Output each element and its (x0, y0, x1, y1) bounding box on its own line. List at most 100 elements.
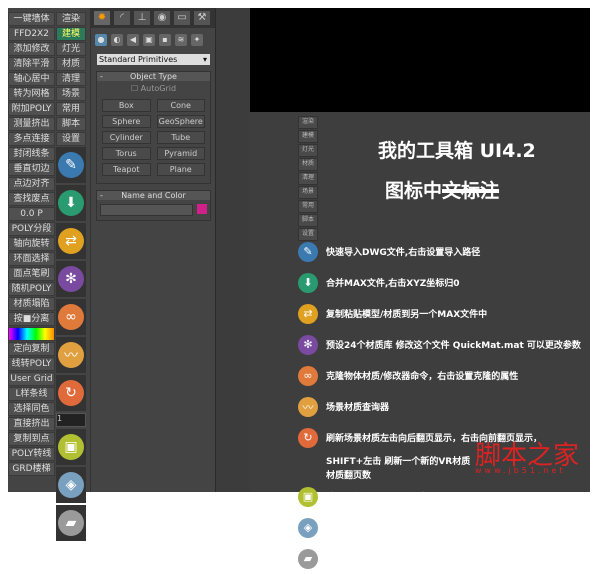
category-tab[interactable]: 材质 (56, 57, 86, 71)
tool-button[interactable]: 垂直切边 (8, 162, 55, 176)
lights-icon[interactable]: ◀ (127, 34, 139, 46)
category-tab[interactable]: 设置 (56, 132, 86, 146)
mini-tab: 材质 (298, 158, 318, 171)
icon-button[interactable]: ✎ (56, 147, 86, 183)
tool-button[interactable]: 一键墙体 (8, 12, 55, 26)
create-tab[interactable]: ✹ (94, 11, 110, 25)
link-icon: ∞ (58, 304, 84, 330)
primitive-torus-button[interactable]: Torus (102, 147, 151, 160)
tool-button[interactable]: POLY分段 (8, 222, 55, 236)
icon-button[interactable]: ▣ (56, 429, 86, 465)
utilities-tab[interactable]: ⚒ (194, 11, 210, 25)
tool-button[interactable]: 查找废点 (8, 192, 55, 206)
object-type-rollout: - Object Type ☐ AutoGrid Box Cone Sphere Geo… (96, 71, 211, 184)
description-row: ⬇ 合并MAX文件,右击XYZ坐标归0 (298, 267, 588, 298)
helpers-icon[interactable]: ▪ (159, 34, 171, 46)
primitive-plane-button[interactable]: Plane (156, 163, 205, 176)
icon-button[interactable]: ↻ (56, 375, 86, 411)
cameras-icon[interactable]: ▣ (143, 34, 155, 46)
primitive-sphere-button[interactable]: Sphere (102, 115, 151, 128)
tool-button[interactable]: 材质塌陷 (8, 297, 55, 311)
category-tab[interactable]: 渲染 (56, 12, 86, 26)
tool-button[interactable]: POLY转线 (8, 447, 55, 461)
tool-button[interactable]: 定向复制 (8, 342, 55, 356)
primitive-box-button[interactable]: Box (102, 99, 151, 112)
category-tab[interactable]: 灯光 (56, 42, 86, 56)
download-icon: ⬇ (298, 272, 318, 293)
tool-button[interactable]: L样条线 (8, 387, 55, 401)
chart-icon: 〰 (58, 342, 84, 368)
shapes-icon[interactable]: ◐ (111, 34, 123, 46)
systems-icon[interactable]: ✦ (191, 34, 203, 46)
autogrid-checkbox[interactable]: ☐ AutoGrid (97, 81, 210, 96)
mini-tab: 常用 (298, 200, 318, 213)
primitive-geosphere-button[interactable]: GeoSphere (156, 115, 205, 128)
modify-tab[interactable]: ◜ (114, 11, 130, 25)
geometry-icon[interactable]: ● (95, 34, 107, 46)
primitive-buttons: Box Cone Sphere GeoSphere Cylinder Tube Torus P… (97, 96, 210, 179)
tool-button[interactable]: 0.0 P (8, 207, 55, 221)
display-tab[interactable]: ▭ (174, 11, 190, 25)
tool-button[interactable]: FFD2X2 (8, 27, 55, 41)
mini-tab: 渲染 (298, 116, 318, 129)
rollout-header[interactable]: - Name and Color (97, 191, 210, 200)
hierarchy-tab[interactable]: ⊥ (134, 11, 150, 25)
tool-button[interactable]: 轴心居中 (8, 72, 55, 86)
icon-button[interactable]: 〰 (56, 337, 86, 373)
tool-button[interactable]: 转为网格 (8, 87, 55, 101)
tool-button[interactable]: 多点连接 (8, 132, 55, 146)
description-row: ✎ 快速导入DWG文件,右击设置导入路径 (298, 236, 588, 267)
primitive-cylinder-button[interactable]: Cylinder (102, 131, 151, 144)
primitive-tube-button[interactable]: Tube (156, 131, 205, 144)
description-text: 查询插件用户信息及版本号 (326, 555, 435, 565)
icon-button[interactable]: ⬇ (56, 185, 86, 221)
object-name-input[interactable] (100, 204, 193, 216)
tool-button[interactable]: 直接挤出 (8, 417, 55, 431)
tool-button[interactable]: 复制到点 (8, 432, 55, 446)
tool-button[interactable]: 封闭线条 (8, 147, 55, 161)
tool-button[interactable]: 选择同色 (8, 402, 55, 416)
tool-button[interactable]: 面点笔刷 (8, 267, 55, 281)
icon-button[interactable]: ▰ (56, 505, 86, 541)
tool-button[interactable]: 轴向旋转 (8, 237, 55, 251)
primitive-cone-button[interactable]: Cone (156, 99, 205, 112)
primitive-pyramid-button[interactable]: Pyramid (156, 147, 205, 160)
pen-icon: ✎ (58, 152, 84, 178)
subtitle-struck: 文标注 (442, 180, 500, 202)
tool-button[interactable]: 环面选择 (8, 252, 55, 266)
icon-button[interactable]: ✻ (56, 261, 86, 297)
icon-button[interactable]: ⇄ (56, 223, 86, 259)
primitive-teapot-button[interactable]: Teapot (102, 163, 151, 176)
primitive-type-dropdown[interactable]: Standard Primitives ▾ (97, 54, 210, 65)
tool-button[interactable]: User Grid (8, 372, 55, 386)
tool-button[interactable]: 随机POLY (8, 282, 55, 296)
spacewarps-icon[interactable]: ≋ (175, 34, 187, 46)
rollout-header[interactable]: - Object Type (97, 72, 210, 81)
category-tab[interactable]: 脚本 (56, 117, 86, 131)
info-icon: ▰ (58, 510, 84, 536)
motion-tab[interactable]: ◉ (154, 11, 170, 25)
tool-button[interactable]: 按■分离 (8, 312, 55, 326)
icon-button[interactable]: ◈ (56, 467, 86, 503)
mini-tab: 清理 (298, 172, 318, 185)
description-text: SHIFT+左击 刷新一个新的VR材质 (326, 456, 471, 467)
mini-tab: 建模 (298, 130, 318, 143)
category-tab[interactable]: 场景 (56, 87, 86, 101)
tool-button[interactable]: 点边对齐 (8, 177, 55, 191)
category-tab[interactable]: 常用 (56, 102, 86, 116)
tool-button[interactable]: 附加POLY (8, 102, 55, 116)
object-color-swatch[interactable] (197, 204, 207, 214)
color-picker-strip[interactable] (8, 327, 55, 341)
tool-button[interactable]: 清除平滑 (8, 57, 55, 71)
tool-button[interactable]: 线转POLY (8, 357, 55, 371)
info-icon: ▰ (298, 548, 318, 569)
category-tab[interactable]: 清理 (56, 72, 86, 86)
description-text: 快速导入DWG文件,右击设置导入路径 (326, 248, 481, 258)
category-tab[interactable]: 建模 (56, 27, 86, 41)
page-count-spinner[interactable]: 1 (56, 413, 86, 427)
tool-button[interactable]: GRD楼梯 (8, 462, 55, 476)
toolbox-window: 一键墙体 FFD2X2 添加修改 清除平滑 轴心居中 转为网格 附加POLY 测量挤出 多点连接… (8, 8, 590, 569)
icon-button[interactable]: ∞ (56, 299, 86, 335)
tool-button[interactable]: 添加修改 (8, 42, 55, 56)
tool-button[interactable]: 测量挤出 (8, 117, 55, 131)
